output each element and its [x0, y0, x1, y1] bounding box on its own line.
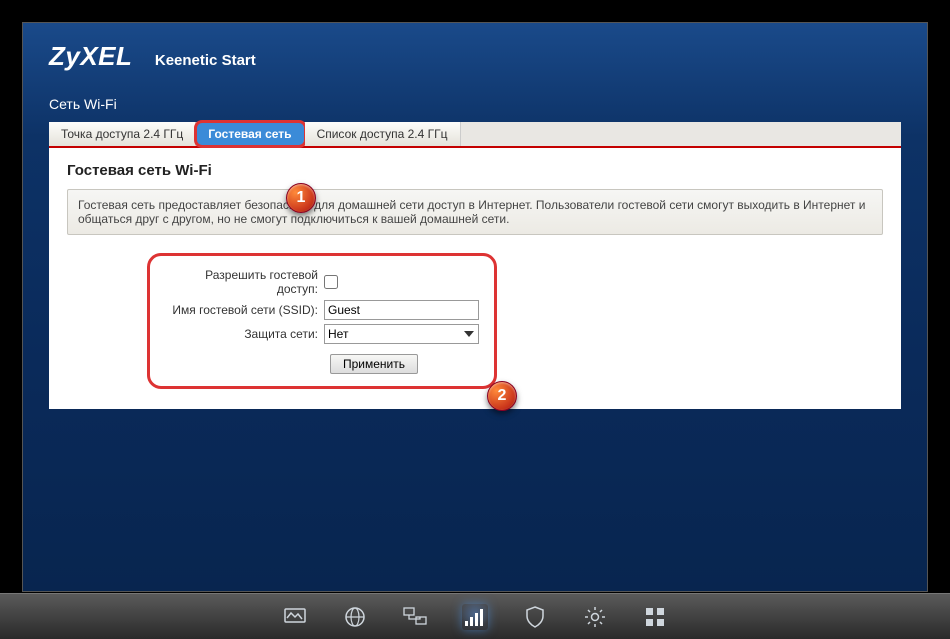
callout-2: 2 [487, 381, 517, 411]
tab-access-point[interactable]: Точка доступа 2.4 ГГц [49, 122, 196, 146]
panel-description: Гостевая сеть предоставляет безопасный д… [67, 189, 883, 235]
enable-checkbox[interactable] [324, 275, 338, 289]
nav-shield-icon[interactable] [522, 604, 548, 630]
tab-bar: Точка доступа 2.4 ГГц Гостевая сеть Спис… [49, 122, 901, 148]
header: ZyXEL Keenetic Start [23, 23, 927, 78]
guest-panel: Гостевая сеть Wi-Fi Гостевая сеть предос… [49, 148, 901, 409]
ssid-label: Имя гостевой сети (SSID): [164, 303, 324, 317]
panel-heading: Гостевая сеть Wi-Fi [67, 162, 883, 179]
brand-logo: ZyXEL [49, 41, 132, 72]
nav-globe-icon[interactable] [342, 604, 368, 630]
tab-guest-network[interactable]: Гостевая сеть [196, 122, 304, 146]
nav-gear-icon[interactable] [582, 604, 608, 630]
nav-wifi-icon[interactable] [462, 604, 488, 630]
enable-label: Разрешить гостевой доступ: [164, 268, 324, 296]
content-area: Точка доступа 2.4 ГГц Гостевая сеть Спис… [49, 122, 901, 409]
guest-form: Разрешить гостевой доступ: Имя гостевой … [147, 253, 497, 389]
tab-access-list[interactable]: Список доступа 2.4 ГГц [305, 122, 461, 146]
nav-monitor-icon[interactable] [282, 604, 308, 630]
page-title: Сеть Wi-Fi [23, 78, 927, 122]
model-name: Keenetic Start [155, 52, 256, 69]
ssid-input[interactable] [324, 300, 479, 320]
bottom-nav [0, 593, 950, 639]
apply-button[interactable]: Применить [330, 354, 418, 374]
callout-1: 1 [286, 183, 316, 213]
nav-network-icon[interactable] [402, 604, 428, 630]
app-window: ZyXEL Keenetic Start Сеть Wi-Fi Точка до… [22, 22, 928, 592]
nav-apps-icon[interactable] [642, 604, 668, 630]
security-select[interactable]: Нет [324, 324, 479, 344]
security-label: Защита сети: [164, 327, 324, 341]
